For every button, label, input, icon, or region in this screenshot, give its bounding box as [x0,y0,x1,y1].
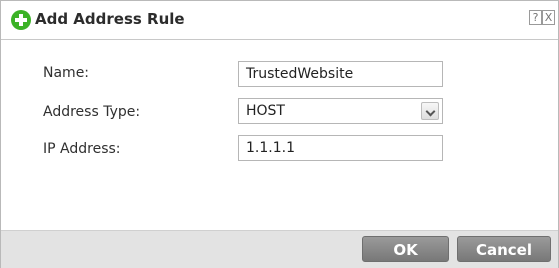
add-address-rule-dialog: Add Address Rule ? X Name: TrustedWebsit… [0,0,559,268]
cancel-button[interactable]: Cancel [457,236,551,262]
dialog-titlebar: Add Address Rule ? X [1,1,558,40]
address-type-select[interactable]: HOST [238,98,443,124]
address-type-value: HOST [246,103,285,119]
dialog-title: Add Address Rule [35,10,185,28]
close-button[interactable]: X [542,10,555,25]
name-field[interactable]: TrustedWebsite [238,61,443,87]
address-type-label: Address Type: [43,104,141,120]
name-label: Name: [43,65,90,81]
ip-address-field[interactable]: 1.1.1.1 [238,135,443,161]
ip-address-label: IP Address: [43,141,121,157]
ok-button[interactable]: OK [362,236,449,262]
dialog-footer: OK Cancel [1,230,558,268]
chevron-down-icon[interactable] [421,102,439,120]
help-button[interactable]: ? [529,10,542,25]
plus-circle-icon [11,10,31,30]
